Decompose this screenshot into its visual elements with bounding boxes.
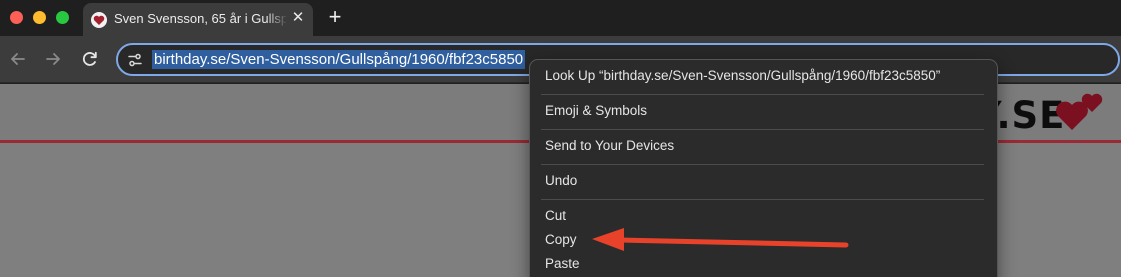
tab-title: Sven Svensson, 65 år i Gullspång	[114, 11, 286, 26]
annotation-arrow-icon	[590, 225, 852, 257]
menu-item-undo[interactable]: Undo	[545, 171, 577, 191]
menu-item-send-to-devices[interactable]: Send to Your Devices	[545, 136, 674, 156]
site-settings-icon[interactable]	[126, 51, 144, 69]
heart-icon	[1052, 90, 1112, 136]
fullscreen-window-button[interactable]	[56, 11, 69, 24]
tab-strip: Sven Svensson, 65 år i Gullspång ✕ +	[0, 0, 1121, 36]
close-window-button[interactable]	[10, 11, 23, 24]
menu-item-paste[interactable]: Paste	[545, 254, 580, 274]
menu-separator	[541, 129, 984, 130]
forward-arrow-icon[interactable]	[42, 48, 64, 70]
browser-tab[interactable]: Sven Svensson, 65 år i Gullspång ✕	[83, 3, 313, 36]
plus-icon[interactable]: +	[323, 5, 347, 29]
menu-separator	[541, 94, 984, 95]
menu-separator	[541, 164, 984, 165]
minimize-window-button[interactable]	[33, 11, 46, 24]
close-icon[interactable]: ✕	[290, 10, 306, 26]
url-text[interactable]: birthday.se/Sven-Svensson/Gullspång/1960…	[152, 50, 526, 69]
menu-item-cut[interactable]: Cut	[545, 206, 566, 226]
back-arrow-icon[interactable]	[7, 48, 29, 70]
menu-item-look-up[interactable]: Look Up “birthday.se/Sven-Svensson/Gulls…	[545, 66, 940, 86]
menu-separator	[541, 199, 984, 200]
favicon-icon	[91, 12, 107, 28]
menu-item-copy[interactable]: Copy	[545, 230, 577, 250]
menu-item-emoji-symbols[interactable]: Emoji & Symbols	[545, 101, 647, 121]
reload-icon[interactable]	[79, 48, 101, 70]
